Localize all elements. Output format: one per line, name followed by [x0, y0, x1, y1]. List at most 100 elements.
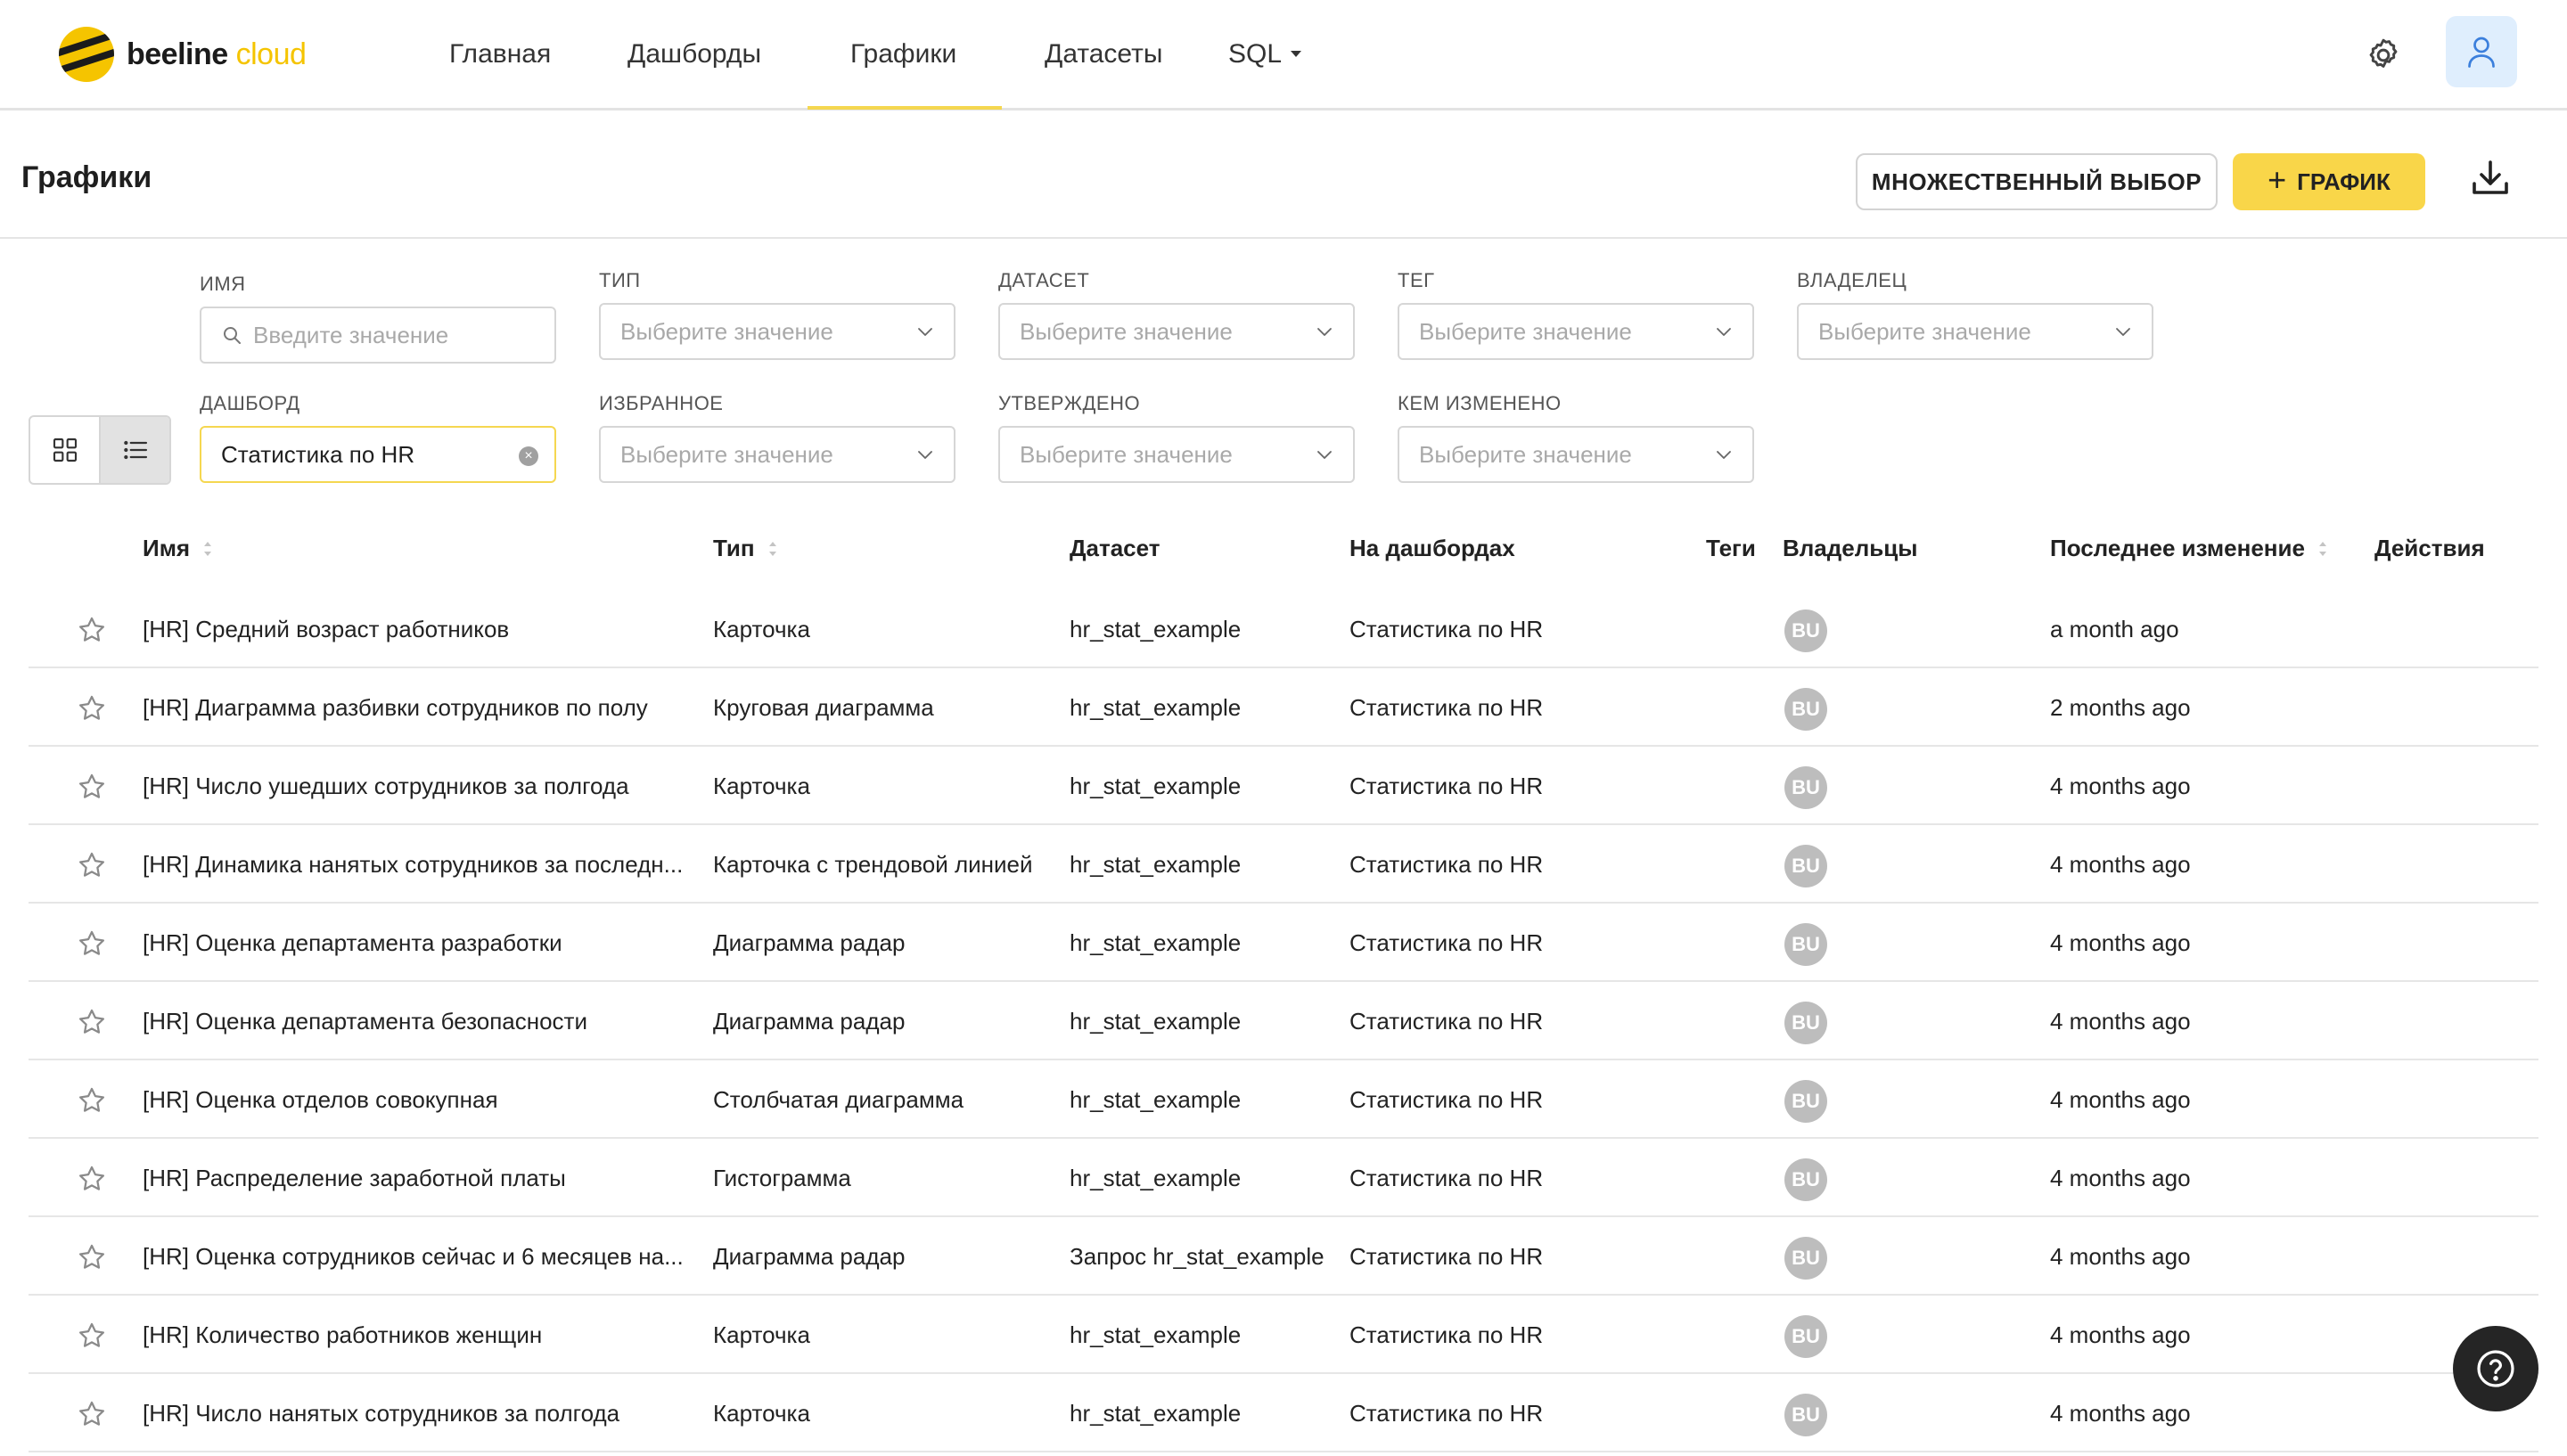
- grid-view-button[interactable]: [30, 417, 99, 483]
- star-icon[interactable]: [77, 928, 107, 959]
- cell-name[interactable]: [HR] Оценка департамента разработки: [143, 904, 562, 982]
- cell-name[interactable]: [HR] Динамика нанятых сотрудников за пос…: [143, 825, 683, 904]
- cell-dataset[interactable]: hr_stat_example: [1070, 1060, 1241, 1139]
- cell-type: Карточка: [713, 1321, 810, 1348]
- multi-select-button[interactable]: МНОЖЕСТВЕННЫЙ ВЫБОР: [1856, 153, 2218, 210]
- star-icon[interactable]: [77, 1399, 107, 1429]
- cell-dataset[interactable]: hr_stat_example: [1070, 1296, 1241, 1374]
- filter-type-select[interactable]: Выберите значение: [599, 303, 955, 360]
- table-row[interactable]: [HR] Количество работников женщин Карточ…: [29, 1296, 2538, 1374]
- filter-approved-placeholder: Выберите значение: [1020, 440, 1233, 468]
- cell-dashboards[interactable]: Статистика по HR: [1349, 590, 1543, 668]
- nav-item-dashboards[interactable]: Дашборды: [627, 32, 761, 77]
- user-profile-button[interactable]: [2446, 16, 2517, 87]
- cell-name[interactable]: [HR] Средний возраст работников: [143, 590, 509, 668]
- cell-dataset[interactable]: hr_stat_example: [1070, 982, 1241, 1060]
- star-icon[interactable]: [77, 1007, 107, 1037]
- cell-name[interactable]: [HR] Оценка департамента безопасности: [143, 982, 587, 1060]
- cell-type: Гистограмма: [713, 1165, 851, 1191]
- filter-modified-by-select[interactable]: Выберите значение: [1398, 426, 1754, 483]
- cell-dashboards[interactable]: Статистика по HR: [1349, 825, 1543, 904]
- table-row[interactable]: [HR] Оценка департамента разработки Диаг…: [29, 904, 2538, 982]
- cell-name[interactable]: [HR] Число ушедших сотрудников за полгод…: [143, 747, 629, 825]
- brand-logo[interactable]: beeline cloud: [59, 25, 307, 84]
- download-icon[interactable]: [2469, 157, 2512, 200]
- cell-name[interactable]: [HR] Оценка сотрудников сейчас и 6 месяц…: [143, 1217, 684, 1296]
- cell-dataset[interactable]: hr_stat_example: [1070, 825, 1241, 904]
- table-row[interactable]: [HR] Распределение заработной платы Гист…: [29, 1139, 2538, 1217]
- page-title: Графики: [21, 160, 152, 194]
- gear-icon[interactable]: [2364, 36, 2403, 75]
- table-row[interactable]: [HR] Оценка сотрудников сейчас и 6 месяц…: [29, 1217, 2538, 1296]
- table-row[interactable]: [HR] Число ушедших сотрудников за полгод…: [29, 747, 2538, 825]
- cell-dashboards[interactable]: Статистика по HR: [1349, 982, 1543, 1060]
- cell-dashboards[interactable]: Статистика по HR: [1349, 1060, 1543, 1139]
- cell-dataset[interactable]: hr_stat_example: [1070, 1374, 1241, 1452]
- filter-favorite-select[interactable]: Выберите значение: [599, 426, 955, 483]
- cell-name[interactable]: [HR] Количество работников женщин: [143, 1296, 542, 1374]
- cell-dataset[interactable]: hr_stat_example: [1070, 668, 1241, 747]
- star-icon[interactable]: [77, 1242, 107, 1272]
- avatar: BU: [1784, 1080, 1827, 1123]
- nav-item-datasets[interactable]: Датасеты: [1045, 32, 1162, 77]
- star-icon[interactable]: [77, 615, 107, 645]
- cell-dataset[interactable]: hr_stat_example: [1070, 590, 1241, 668]
- cell-name[interactable]: [HR] Диаграмма разбивки сотрудников по п…: [143, 668, 648, 747]
- cell-dataset[interactable]: hr_stat_example: [1070, 1139, 1241, 1217]
- filter-owner-select[interactable]: Выберите значение: [1797, 303, 2153, 360]
- cell-name[interactable]: [HR] Число нанятых сотрудников за полгод…: [143, 1374, 619, 1452]
- star-icon[interactable]: [77, 1085, 107, 1116]
- column-header-dataset: Датасет: [1070, 535, 1160, 561]
- avatar: BU: [1784, 1394, 1827, 1436]
- cell-dashboards[interactable]: Статистика по HR: [1349, 747, 1543, 825]
- star-icon[interactable]: [77, 772, 107, 802]
- clear-icon[interactable]: ×: [519, 446, 538, 466]
- table-row[interactable]: [HR] Оценка отделов совокупная Столбчата…: [29, 1060, 2538, 1139]
- table-row[interactable]: [HR] Оценка департамента безопасности Ди…: [29, 982, 2538, 1060]
- column-header-type[interactable]: Тип: [713, 535, 778, 562]
- cell-name[interactable]: [HR] Оценка отделов совокупная: [143, 1060, 498, 1139]
- cell-modified: 4 months ago: [2050, 929, 2191, 956]
- cell-name[interactable]: [HR] Распределение заработной платы: [143, 1139, 566, 1217]
- table-row[interactable]: [HR] Число нанятых сотрудников за полгод…: [29, 1374, 2538, 1452]
- filter-name-input[interactable]: Введите значение: [200, 307, 556, 364]
- view-mode-toggle: [29, 415, 171, 485]
- star-icon[interactable]: [77, 1321, 107, 1351]
- cell-modified: 4 months ago: [2050, 1321, 2191, 1348]
- nav-item-charts[interactable]: Графики: [850, 32, 956, 77]
- cell-dataset[interactable]: Запрос hr_stat_example: [1070, 1217, 1325, 1296]
- filter-tag-label: ТЕГ: [1398, 269, 1435, 291]
- help-button[interactable]: [2453, 1326, 2538, 1411]
- cell-dashboards[interactable]: Статистика по HR: [1349, 1139, 1543, 1217]
- star-icon[interactable]: [77, 850, 107, 880]
- nav-item-home[interactable]: Главная: [449, 32, 551, 77]
- filter-owner-label: ВЛАДЕЛЕЦ: [1797, 269, 1907, 291]
- star-icon[interactable]: [77, 1164, 107, 1194]
- filter-tag-select[interactable]: Выберите значение: [1398, 303, 1754, 360]
- cell-dashboards[interactable]: Статистика по HR: [1349, 1217, 1543, 1296]
- cell-dashboards[interactable]: Статистика по HR: [1349, 1374, 1543, 1452]
- filter-approved-select[interactable]: Выберите значение: [998, 426, 1355, 483]
- filter-dataset-select[interactable]: Выберите значение: [998, 303, 1355, 360]
- column-header-name[interactable]: Имя: [143, 535, 213, 562]
- chevron-down-icon: [918, 328, 932, 336]
- avatar: BU: [1784, 688, 1827, 731]
- cell-modified: a month ago: [2050, 616, 2179, 642]
- nav-item-sql[interactable]: SQL: [1228, 32, 1302, 77]
- list-view-button[interactable]: [99, 417, 169, 483]
- add-chart-button[interactable]: + ГРАФИК: [2233, 153, 2425, 210]
- cell-dashboards[interactable]: Статистика по HR: [1349, 1296, 1543, 1374]
- cell-dataset[interactable]: hr_stat_example: [1070, 904, 1241, 982]
- star-icon[interactable]: [77, 693, 107, 724]
- table-row[interactable]: [HR] Динамика нанятых сотрудников за пос…: [29, 825, 2538, 904]
- table-row[interactable]: [HR] Диаграмма разбивки сотрудников по п…: [29, 668, 2538, 747]
- cell-dataset[interactable]: hr_stat_example: [1070, 747, 1241, 825]
- cell-dashboards[interactable]: Статистика по HR: [1349, 668, 1543, 747]
- cell-dashboards[interactable]: Статистика по HR: [1349, 904, 1543, 982]
- filter-type-placeholder: Выберите значение: [620, 317, 833, 345]
- filter-dataset-placeholder: Выберите значение: [1020, 317, 1233, 345]
- filter-dashboard-select[interactable]: Статистика по HR ×: [200, 426, 556, 483]
- column-header-modified[interactable]: Последнее изменение: [2050, 535, 2328, 562]
- filter-name-label: ИМЯ: [200, 273, 246, 295]
- table-row[interactable]: [HR] Средний возраст работников Карточка…: [29, 590, 2538, 668]
